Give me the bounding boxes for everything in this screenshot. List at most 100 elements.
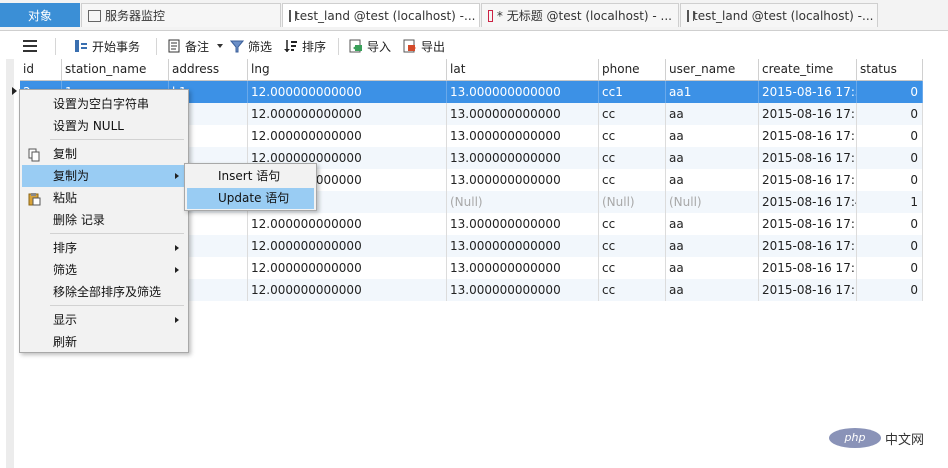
cell-create-time[interactable]: 2015-08-16 17:1 bbox=[759, 147, 857, 169]
cell-user-name[interactable]: (Null) bbox=[666, 191, 759, 213]
cell-create-time[interactable]: 2015-08-16 17:1 bbox=[759, 257, 857, 279]
cell-lat[interactable]: 13.000000000000 bbox=[447, 279, 599, 301]
cell-create-time[interactable]: 2015-08-16 17:1 bbox=[759, 125, 857, 147]
note-button[interactable]: 备注 bbox=[167, 36, 224, 56]
cell-phone[interactable]: cc bbox=[599, 279, 666, 301]
tab-objects[interactable]: 对象 bbox=[0, 3, 80, 27]
cell-status[interactable]: 0 bbox=[857, 257, 923, 279]
cell-status[interactable]: 0 bbox=[857, 169, 923, 191]
export-icon bbox=[403, 39, 417, 53]
cell-lng[interactable]: 12.000000000000 bbox=[248, 103, 447, 125]
cell-lng[interactable]: 12.000000000000 bbox=[248, 125, 447, 147]
column-header-station-name[interactable]: station_name bbox=[62, 59, 169, 81]
column-header-status[interactable]: status bbox=[857, 59, 923, 81]
cell-user-name[interactable]: aa bbox=[666, 169, 759, 191]
cell-user-name[interactable]: aa bbox=[666, 235, 759, 257]
cell-status[interactable]: 0 bbox=[857, 81, 923, 103]
cell-user-name[interactable]: aa bbox=[666, 103, 759, 125]
context-menu-item[interactable]: 显示 bbox=[22, 309, 186, 331]
cell-status[interactable]: 1 bbox=[857, 191, 923, 213]
menu-item-update-statement[interactable]: Update 语句 bbox=[187, 188, 314, 209]
cell-lng[interactable]: 12.000000000000 bbox=[248, 257, 447, 279]
cell-user-name[interactable]: aa1 bbox=[666, 81, 759, 103]
watermark: php 中文网 bbox=[829, 427, 941, 449]
context-menu-item[interactable]: 排序 bbox=[22, 237, 186, 259]
tab-server-monitor[interactable]: 服务器监控 bbox=[81, 3, 281, 27]
cell-create-time[interactable]: 2015-08-16 17:3 bbox=[759, 81, 857, 103]
cell-create-time[interactable]: 2015-08-16 17:1 bbox=[759, 103, 857, 125]
cell-user-name[interactable]: aa bbox=[666, 213, 759, 235]
cell-lat[interactable]: 13.000000000000 bbox=[447, 103, 599, 125]
export-label: 导出 bbox=[421, 39, 446, 54]
cell-status[interactable]: 0 bbox=[857, 279, 923, 301]
filter-button[interactable]: 筛选 bbox=[229, 36, 272, 56]
cell-lng[interactable]: 12.000000000000 bbox=[248, 213, 447, 235]
cell-phone[interactable]: cc1 bbox=[599, 81, 666, 103]
table-icon bbox=[289, 9, 296, 22]
tab-untitled-query[interactable]: * 无标题 @test (localhost) - ... bbox=[481, 3, 679, 27]
cell-phone[interactable]: cc bbox=[599, 103, 666, 125]
cell-lat[interactable]: 13.000000000000 bbox=[447, 235, 599, 257]
context-menu-item[interactable]: 筛选 bbox=[22, 259, 186, 281]
sort-label: 排序 bbox=[302, 39, 327, 54]
tab-test-land-2[interactable]: test_land @test (localhost) -... bbox=[680, 3, 878, 27]
cell-lat[interactable]: 13.000000000000 bbox=[447, 147, 599, 169]
cell-lng[interactable]: 12.000000000000 bbox=[248, 235, 447, 257]
menu-icon[interactable] bbox=[23, 40, 37, 52]
cell-status[interactable]: 0 bbox=[857, 213, 923, 235]
column-header-lat[interactable]: lat bbox=[447, 59, 599, 81]
context-menu-item[interactable]: 刷新 bbox=[22, 331, 186, 353]
menu-item-insert-statement[interactable]: Insert 语句 bbox=[187, 166, 314, 187]
context-menu-item[interactable]: 复制 bbox=[22, 143, 186, 165]
cell-lat[interactable]: 13.000000000000 bbox=[447, 169, 599, 191]
context-menu-item[interactable]: 粘贴 bbox=[22, 187, 186, 209]
cell-user-name[interactable]: aa bbox=[666, 279, 759, 301]
column-header-user-name[interactable]: user_name bbox=[666, 59, 759, 81]
chevron-down-icon[interactable] bbox=[217, 44, 224, 48]
tab-test-land-1[interactable]: test_land @test (localhost) -... bbox=[282, 3, 480, 27]
cell-lat[interactable]: 13.000000000000 bbox=[447, 213, 599, 235]
cell-status[interactable]: 0 bbox=[857, 235, 923, 257]
begin-transaction-button[interactable]: 开始事务 bbox=[74, 36, 140, 56]
cell-status[interactable]: 0 bbox=[857, 147, 923, 169]
cell-user-name[interactable]: aa bbox=[666, 125, 759, 147]
sort-button[interactable]: 排序 bbox=[284, 36, 326, 56]
cell-create-time[interactable]: 2015-08-16 17:1 bbox=[759, 213, 857, 235]
cell-phone[interactable]: (Null) bbox=[599, 191, 666, 213]
column-header-phone[interactable]: phone bbox=[599, 59, 666, 81]
cell-user-name[interactable]: aa bbox=[666, 257, 759, 279]
cell-status[interactable]: 0 bbox=[857, 125, 923, 147]
column-header-create-time[interactable]: create_time bbox=[759, 59, 857, 81]
cell-lat[interactable]: 13.000000000000 bbox=[447, 125, 599, 147]
cell-create-time[interactable]: 2015-08-16 17:1 bbox=[759, 169, 857, 191]
cell-lat[interactable]: 13.000000000000 bbox=[447, 81, 599, 103]
cell-create-time[interactable]: 2015-08-16 17:4 bbox=[759, 191, 857, 213]
context-menu-item[interactable]: 移除全部排序及筛选 bbox=[22, 281, 186, 303]
context-menu-item[interactable]: 复制为 bbox=[22, 165, 186, 187]
context-menu-item[interactable]: 设置为空白字符串 bbox=[22, 93, 186, 115]
cell-lat[interactable]: 13.000000000000 bbox=[447, 257, 599, 279]
cell-lng[interactable]: 12.000000000000 bbox=[248, 279, 447, 301]
cell-phone[interactable]: cc bbox=[599, 125, 666, 147]
cell-phone[interactable]: cc bbox=[599, 257, 666, 279]
cell-create-time[interactable]: 2015-08-16 17:1 bbox=[759, 235, 857, 257]
cell-user-name[interactable]: aa bbox=[666, 147, 759, 169]
column-header-lng[interactable]: lng bbox=[248, 59, 447, 81]
menu-separator bbox=[50, 233, 184, 234]
column-header-address[interactable]: address bbox=[169, 59, 248, 81]
cell-lng[interactable]: 12.000000000000 bbox=[248, 81, 447, 103]
context-menu-item[interactable]: 设置为 NULL bbox=[22, 115, 186, 137]
cell-phone[interactable]: cc bbox=[599, 147, 666, 169]
import-button[interactable]: 导入 bbox=[349, 36, 391, 56]
cell-create-time[interactable]: 2015-08-16 17:1 bbox=[759, 279, 857, 301]
context-menu-item[interactable]: 删除 记录 bbox=[22, 209, 186, 231]
cell-lat[interactable]: (Null) bbox=[447, 191, 599, 213]
context-menu: 设置为空白字符串 设置为 NULL 复制 复制为 粘贴 删除 记录排序 筛选 移除全部排序及筛… bbox=[19, 89, 189, 353]
tab-label: 对象 bbox=[27, 9, 52, 23]
cell-phone[interactable]: cc bbox=[599, 213, 666, 235]
cell-phone[interactable]: cc bbox=[599, 169, 666, 191]
export-button[interactable]: 导出 bbox=[403, 36, 445, 56]
column-header-id[interactable]: id bbox=[20, 59, 62, 81]
cell-status[interactable]: 0 bbox=[857, 103, 923, 125]
cell-phone[interactable]: cc bbox=[599, 235, 666, 257]
